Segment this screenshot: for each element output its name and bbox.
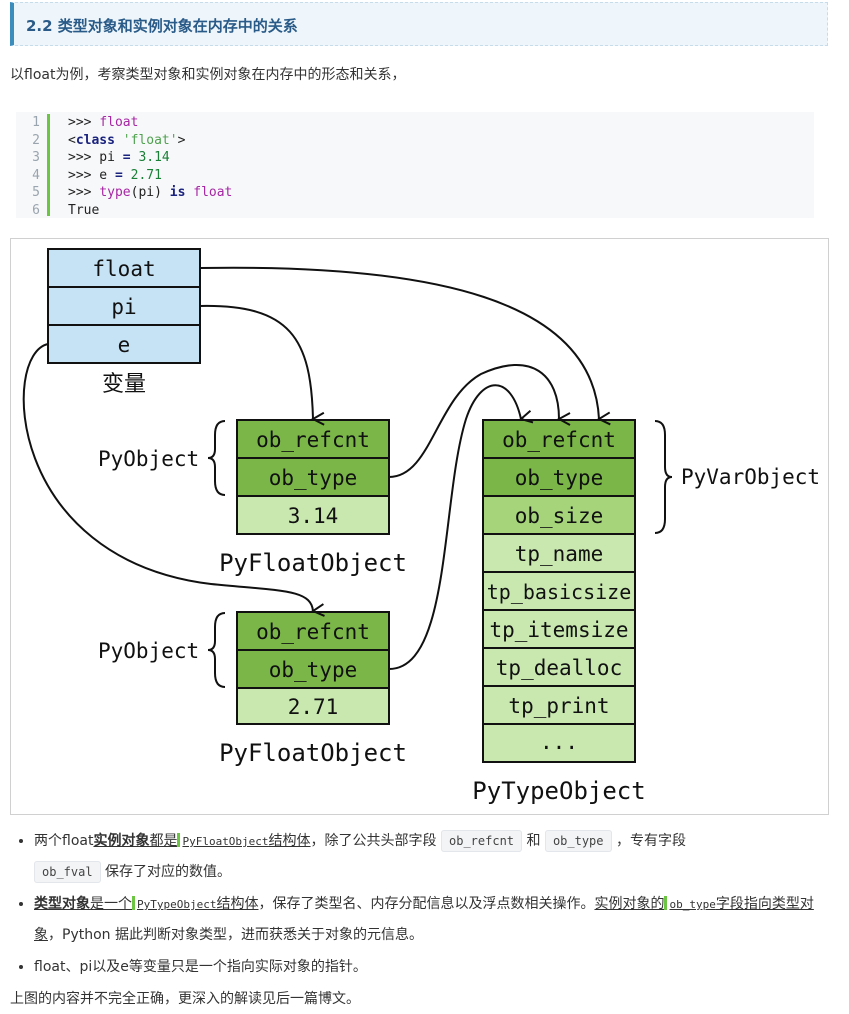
line-number: 2 <box>32 132 40 148</box>
pyvarobject-brace <box>654 420 673 534</box>
code-line-4: >>> e = 2.71 <box>68 167 162 183</box>
bullet-item-1: 两个float实例对象都是PyFloatObject结构体，除了公共头部字段 o… <box>34 826 830 887</box>
footer-note: 上图的内容并不完全正确，更深入的解读见后一篇博文。 <box>10 991 360 1007</box>
pyobject-brace-2 <box>207 612 226 688</box>
code-block: 1 2 3 4 5 6 >>> float <class 'float'> >>… <box>16 112 814 218</box>
pyobject-label-2: PyObject <box>98 639 199 663</box>
float1-label: PyFloatObject <box>219 549 407 577</box>
type-ob-size: ob_size <box>515 504 604 528</box>
float1-ob-type: ob_type <box>269 466 358 490</box>
intro-paragraph: 以float为例，考察类型对象和实例对象在内存中的形态和关系， <box>10 67 406 83</box>
bullet-item-3: float、pi以及e等变量只是一个指向实际对象的指针。 <box>34 952 830 982</box>
line-number: 1 <box>32 115 40 130</box>
inline-code: ob_fval <box>34 861 101 883</box>
line-number: 4 <box>32 167 40 183</box>
type-tp-print: tp_print <box>508 694 609 718</box>
highlight-marker <box>132 896 135 910</box>
pyobject-brace-1 <box>207 420 226 496</box>
type-ob-refcnt: ob_refcnt <box>502 428 616 452</box>
arrow-float-to-type <box>199 266 599 419</box>
code-line-5: >>> type(pi) is float <box>68 185 233 200</box>
code-line-6: True <box>68 202 100 218</box>
type-ellipsis: ... <box>540 730 578 754</box>
float-object-2: ob_refcnt ob_type 2.71 PyFloatObject PyO… <box>98 611 407 767</box>
type-tp-basicsize: tp_basicsize <box>487 580 632 604</box>
float1-ob-fval: 3.14 <box>288 504 339 528</box>
type-label: PyTypeObject <box>472 777 645 805</box>
line-number: 6 <box>32 202 40 218</box>
variable-pi: pi <box>111 295 136 319</box>
variable-table: float pi e 变量 <box>47 248 201 397</box>
line-number: 3 <box>32 150 40 165</box>
type-object: ob_refcnt ob_type ob_size tp_name tp_bas… <box>472 419 820 805</box>
arrow-pi-to-float1 <box>199 304 313 419</box>
pyobject-label-1: PyObject <box>98 447 199 471</box>
section-title: 2.2 类型对象和实例对象在内存中的关系 <box>26 17 298 35</box>
type-ob-type: ob_type <box>515 466 604 490</box>
type-tp-name: tp_name <box>515 542 604 566</box>
type-tp-dealloc: tp_dealloc <box>496 656 622 680</box>
variable-e: e <box>118 333 131 357</box>
inline-code: ob_refcnt <box>441 830 523 852</box>
variables-label: 变量 <box>102 372 146 397</box>
memory-diagram: float pi e 变量 ob_refcnt ob_type 3.14 PyF… <box>10 238 829 815</box>
highlight-marker <box>177 833 181 847</box>
code-gutter-bar <box>47 114 50 216</box>
variable-float: float <box>92 257 155 281</box>
inline-code: ob_type <box>544 830 612 852</box>
code-line-1: >>> float <box>68 115 139 130</box>
code-line-3: >>> pi = 3.14 <box>68 150 170 165</box>
bullet-list: 两个float实例对象都是PyFloatObject结构体，除了公共头部字段 o… <box>10 826 830 984</box>
float1-ob-refcnt: ob_refcnt <box>256 428 370 452</box>
bullet-item-2: 类型对象是一个PyTypeObject结构体，保存了类型名、内存分配信息以及浮点… <box>34 889 830 950</box>
section-heading: 2.2 类型对象和实例对象在内存中的关系 <box>10 2 828 46</box>
pyvarobject-label: PyVarObject <box>681 465 820 489</box>
float2-ob-refcnt: ob_refcnt <box>256 620 370 644</box>
code-line-2: <class 'float'> <box>68 132 186 148</box>
float-object-1: ob_refcnt ob_type 3.14 PyFloatObject PyO… <box>98 419 407 577</box>
memory-diagram-svg: float pi e 变量 ob_refcnt ob_type 3.14 PyF… <box>22 248 820 805</box>
line-number: 5 <box>32 185 40 200</box>
float2-label: PyFloatObject <box>219 739 407 767</box>
float2-ob-type: ob_type <box>269 658 358 682</box>
highlight-marker <box>664 896 668 910</box>
float2-ob-fval: 2.71 <box>288 695 339 719</box>
type-tp-itemsize: tp_itemsize <box>489 618 628 642</box>
